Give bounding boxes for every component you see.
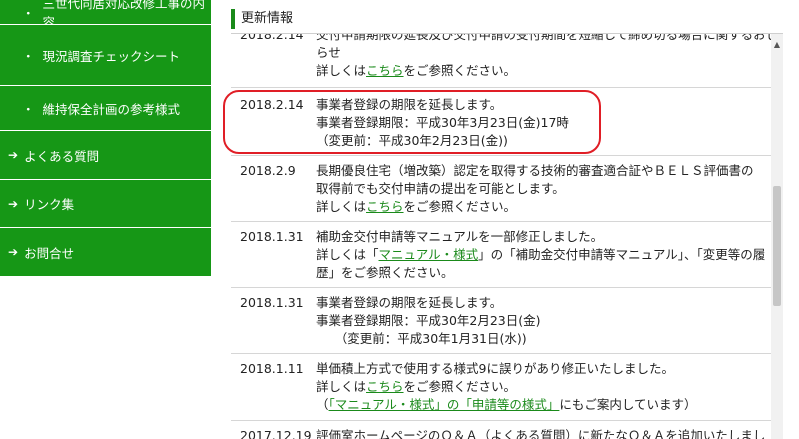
news-date: 2018.2.9 (240, 163, 296, 178)
sidebar-item-genkyo-check[interactable]: ・ 現況調査チェックシート (0, 25, 211, 85)
divider (231, 221, 771, 222)
section-title: 更新情報 (231, 9, 293, 29)
divider (231, 287, 771, 288)
news-text: 取得前でも交付申請の提出を可能とします。 (316, 181, 565, 196)
manual-yoshiki-link[interactable]: マニュアル・様式 (379, 247, 479, 262)
shinsei-yoshiki-link[interactable]: 「マニュアル・様式」の「申請等の様式」 (329, 397, 560, 412)
news-text: 事業者登録期限：平成30年2月23日(金) (316, 313, 541, 328)
news-text: 補助金交付申請等マニュアルを一部修正しました。 (316, 229, 604, 244)
news-text: 評価室ホームページのＱ＆Ａ（よくある質問）に新たなＱ＆Ａを追加いたしまし (316, 428, 766, 439)
news-text: 事業者登録の期限を延長します。 (316, 295, 503, 310)
highlight-circle (223, 90, 601, 154)
news-text: 交付申請期限の延長及び交付申請の受付期間を短縮して締め切る場合に関するおし (316, 34, 771, 42)
news-text: 単価積上方式で使用する様式9に誤りがあり修正いたしました。 (316, 361, 674, 376)
sidebar-nav: ・ 三世代同居対応改修工事の内容 ・ 現況調査チェックシート ・ 維持保全計画の… (0, 0, 211, 280)
news-text: 詳しくはこちらをご参照ください。 (316, 379, 517, 394)
scroll-up-icon[interactable]: ▲ (771, 40, 783, 50)
news-text: 歴」をご参照ください。 (316, 265, 454, 280)
news-date: 2018.2.14 (240, 34, 304, 42)
news-text: 詳しくは「マニュアル・様式」の「補助金交付申請等マニュアル」、「変更等の履 (316, 247, 766, 262)
bullet-icon: ・ (22, 5, 35, 21)
sidebar-item-label: 現況調査チェックシート (42, 48, 181, 64)
news-date: 2018.1.31 (240, 295, 304, 310)
news-text: らせ (316, 45, 341, 60)
news-text: 詳しくはこちらをご参照ください。 (316, 63, 517, 78)
arrow-right-icon: ➔ (8, 245, 19, 259)
sidebar-item-contact[interactable]: ➔ お問合せ (0, 228, 211, 276)
news-date: 2018.1.11 (240, 361, 304, 376)
news-text: （変更前：平成30年1月31日(水)) (316, 331, 527, 346)
sidebar-item-links[interactable]: ➔ リンク集 (0, 180, 211, 227)
sidebar-item-label: 維持保全計画の参考様式 (42, 101, 181, 117)
arrow-right-icon: ➔ (8, 148, 19, 162)
news-text: 詳しくはこちらをご参照ください。 (316, 199, 517, 214)
news-text: （「マニュアル・様式」の「申請等の様式」にもご案内しています） (316, 397, 697, 412)
kochira-link[interactable]: こちら (366, 199, 404, 214)
kochira-link[interactable]: こちら (366, 379, 404, 394)
bullet-icon: ・ (22, 101, 35, 117)
sidebar-item-iji-hozen[interactable]: ・ 維持保全計画の参考様式 (0, 86, 211, 130)
scroll-thumb[interactable] (773, 186, 781, 306)
divider (231, 353, 771, 354)
divider (231, 87, 771, 88)
kochira-link[interactable]: こちら (366, 63, 404, 78)
news-date: 2018.1.31 (240, 229, 304, 244)
scrollbar[interactable]: ▲ (771, 34, 783, 439)
sidebar-item-faq[interactable]: ➔ よくある質問 (0, 131, 211, 179)
news-text: 長期優良住宅（増改築）認定を取得する技術的審査適合証やＢＥＬＳ評価書の (316, 163, 754, 178)
bullet-icon: ・ (22, 48, 35, 64)
sidebar-item-label: リンク集 (24, 197, 75, 212)
news-date: 2017.12.19 (240, 428, 312, 439)
sidebar-item-sandai-kaishu[interactable]: ・ 三世代同居対応改修工事の内容 (0, 0, 211, 30)
divider (231, 155, 771, 156)
sidebar-item-label: お問合せ (24, 245, 75, 261)
divider (231, 420, 771, 421)
sidebar-item-label: よくある質問 (24, 148, 100, 164)
arrow-right-icon: ➔ (8, 196, 19, 211)
